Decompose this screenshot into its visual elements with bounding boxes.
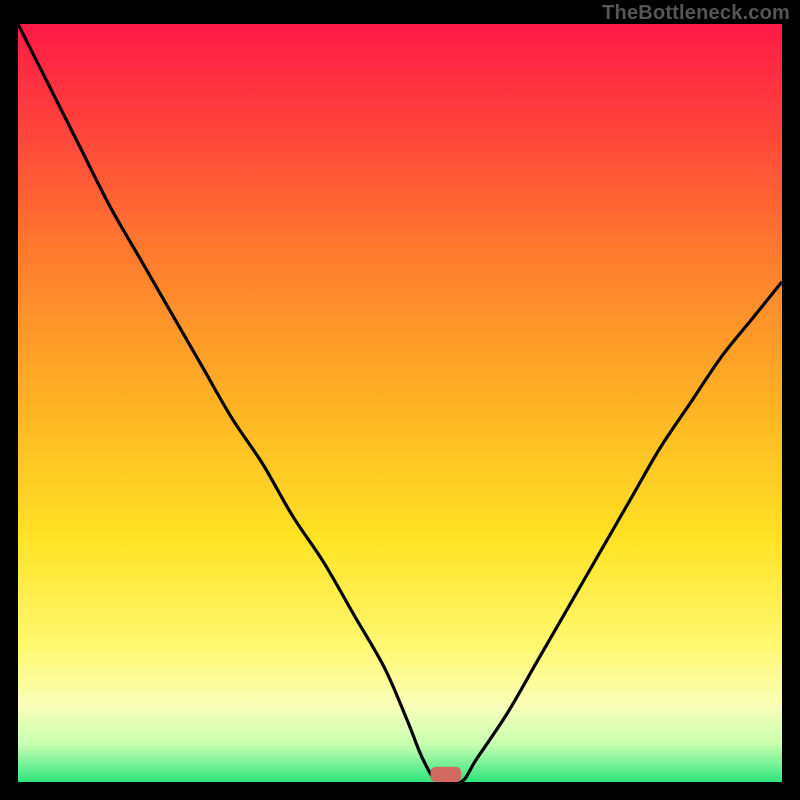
optimum-marker [431, 767, 462, 782]
plot-area [18, 24, 782, 782]
bottleneck-chart [18, 24, 782, 782]
watermark-text: TheBottleneck.com [602, 2, 790, 25]
gradient-background [18, 24, 782, 782]
chart-frame: TheBottleneck.com [0, 0, 800, 800]
